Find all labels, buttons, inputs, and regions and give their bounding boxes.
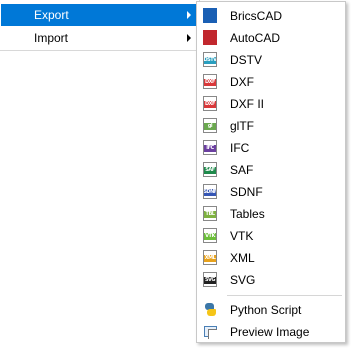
export-ifc[interactable]: IFC IFC bbox=[198, 137, 344, 159]
vtk-file-icon: VTK bbox=[203, 228, 217, 243]
export-python-script-label: Python Script bbox=[230, 303, 302, 317]
autocad-icon bbox=[203, 30, 217, 45]
bricscad-icon bbox=[203, 8, 217, 23]
export-dxf-label: DXF bbox=[230, 75, 254, 89]
export-ifc-label: IFC bbox=[230, 141, 250, 155]
xml-file-icon: XML bbox=[203, 250, 217, 265]
export-xml-label: XML bbox=[230, 251, 255, 265]
export-dstv[interactable]: DSTV DSTV bbox=[198, 49, 344, 71]
context-menu: Export Import bbox=[0, 0, 200, 51]
export-dstv-label: DSTV bbox=[230, 53, 263, 67]
python-icon bbox=[203, 302, 217, 317]
dstv-file-icon: DSTV bbox=[203, 52, 217, 67]
export-autocad[interactable]: AutoCAD bbox=[198, 27, 344, 49]
export-autocad-label: AutoCAD bbox=[230, 31, 281, 45]
menu-item-import[interactable]: Import bbox=[1, 27, 198, 49]
export-gltf-label: glTF bbox=[230, 119, 254, 133]
export-dxf-ii[interactable]: DXF DXF II bbox=[198, 93, 344, 115]
menu-item-export[interactable]: Export bbox=[1, 4, 198, 26]
export-python-script[interactable]: Python Script bbox=[198, 299, 344, 321]
export-dxf-ii-label: DXF II bbox=[230, 97, 265, 111]
export-saf-label: SAF bbox=[230, 163, 254, 177]
export-sdnf[interactable]: SDNF SDNF bbox=[198, 181, 344, 203]
export-svg[interactable]: SVG SVG bbox=[198, 269, 344, 291]
export-preview-image[interactable]: Preview Image bbox=[198, 321, 344, 343]
export-gltf[interactable]: gl glTF bbox=[198, 115, 344, 137]
menu-item-import-label: Import bbox=[34, 31, 69, 45]
export-vtk-label: VTK bbox=[230, 229, 254, 243]
export-bricscad[interactable]: BricsCAD bbox=[198, 5, 344, 27]
dxf-file-icon: DXF bbox=[203, 74, 217, 89]
menu-separator bbox=[227, 295, 342, 296]
tables-file-icon: TBL bbox=[203, 206, 217, 221]
export-bricscad-label: BricsCAD bbox=[230, 9, 283, 23]
export-svg-label: SVG bbox=[230, 273, 256, 287]
export-tables-label: Tables bbox=[230, 207, 265, 221]
export-submenu: BricsCAD AutoCAD DSTV DSTV DXF DXF DXF D… bbox=[196, 1, 346, 343]
export-preview-image-label: Preview Image bbox=[230, 325, 310, 339]
export-saf[interactable]: SAF SAF bbox=[198, 159, 344, 181]
ifc-file-icon: IFC bbox=[203, 140, 217, 155]
preview-image-icon bbox=[203, 324, 217, 339]
sdnf-file-icon: SDNF bbox=[203, 184, 217, 199]
saf-file-icon: SAF bbox=[203, 162, 217, 177]
export-vtk[interactable]: VTK VTK bbox=[198, 225, 344, 247]
export-xml[interactable]: XML XML bbox=[198, 247, 344, 269]
submenu-arrow-icon bbox=[187, 11, 191, 19]
export-tables[interactable]: TBL Tables bbox=[198, 203, 344, 225]
svg-file-icon: SVG bbox=[203, 272, 217, 287]
gltf-file-icon: gl bbox=[203, 118, 217, 133]
dxf-ii-file-icon: DXF bbox=[203, 96, 217, 111]
submenu-arrow-icon bbox=[187, 34, 191, 42]
export-sdnf-label: SDNF bbox=[230, 185, 263, 199]
menu-item-export-label: Export bbox=[34, 8, 69, 22]
export-dxf[interactable]: DXF DXF bbox=[198, 71, 344, 93]
